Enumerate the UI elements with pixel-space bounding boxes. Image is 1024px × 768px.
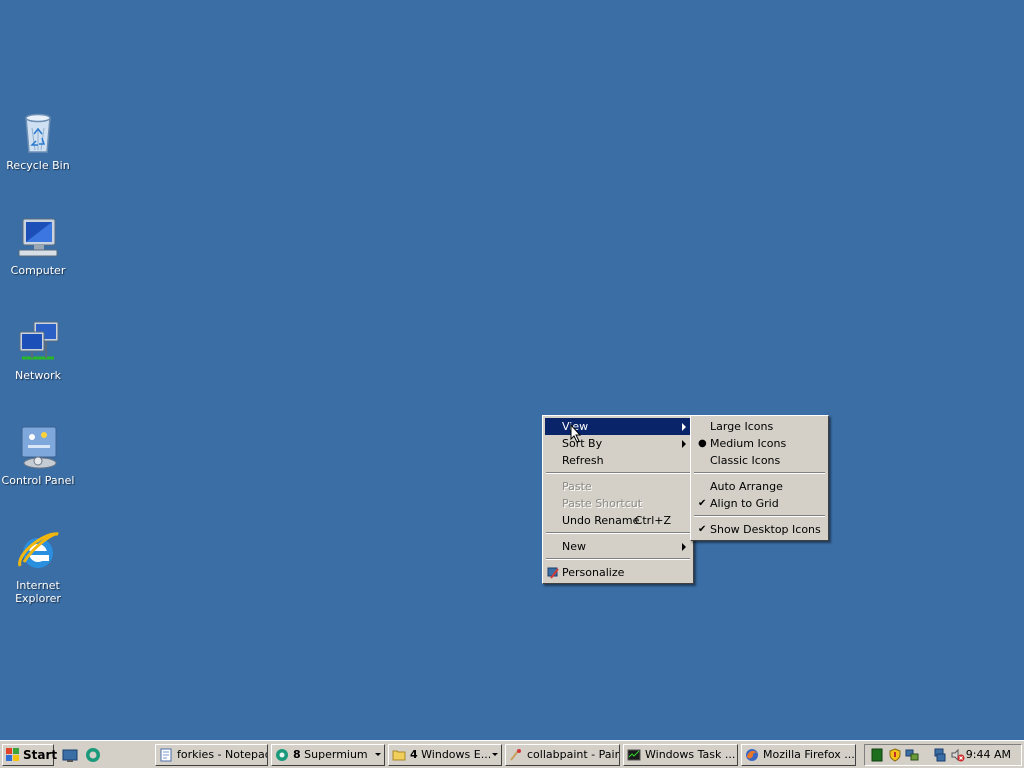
menu-item-label: Classic Icons [710, 454, 781, 467]
internet-explorer-icon [14, 528, 62, 576]
task-label: collabpaint - Paint [527, 748, 620, 761]
task-count: 8 [293, 748, 301, 761]
submenu-item-large-icons[interactable]: Large Icons [693, 418, 826, 435]
menu-item-new[interactable]: New [545, 538, 691, 555]
firefox-icon [745, 748, 759, 762]
computer-icon [14, 213, 62, 261]
submenu-item-classic-icons[interactable]: Classic Icons [693, 452, 826, 469]
task-manager-icon [627, 748, 641, 762]
supermium-icon [275, 748, 289, 762]
task-label: Mozilla Firefox ... [763, 748, 855, 761]
system-tray: 9:44 AM [864, 744, 1022, 766]
menu-separator [693, 469, 826, 478]
dropdown-arrow-icon [492, 753, 498, 756]
quicklaunch-show-desktop-icon[interactable] [61, 746, 79, 764]
submenu-item-auto-arrange[interactable]: Auto Arrange [693, 478, 826, 495]
menu-item-label: Undo Rename [562, 514, 640, 527]
tray-network-status-icon[interactable] [905, 748, 919, 762]
menu-separator [693, 512, 826, 521]
submenu-arrow-icon [682, 440, 686, 448]
menu-item-paste-shortcut: Paste Shortcut [545, 495, 691, 512]
menu-separator [545, 529, 691, 538]
personalize-icon [547, 566, 560, 585]
menu-item-paste: Paste [545, 478, 691, 495]
taskbar: Start forkies - Notepad 8 Supermium 4 Wi… [0, 740, 1024, 768]
menu-item-label: Auto Arrange [710, 480, 783, 493]
notepad-icon [159, 748, 173, 762]
start-button[interactable]: Start [2, 744, 58, 766]
network-icon [14, 318, 62, 366]
task-count: 4 [410, 748, 418, 761]
task-notepad[interactable]: forkies - Notepad [155, 744, 268, 766]
clock[interactable]: 9:44 AM [966, 745, 1011, 765]
mouse-cursor-icon [570, 423, 582, 443]
menu-item-refresh[interactable]: Refresh [545, 452, 691, 469]
folder-icon [392, 748, 406, 762]
control-panel-icon [14, 423, 62, 471]
menu-item-sort-by[interactable]: Sort By [545, 435, 691, 452]
desktop-icon-recycle-bin[interactable]: Recycle Bin [0, 108, 76, 172]
task-windows-explorer[interactable]: 4 Windows E... [388, 744, 502, 766]
submenu-arrow-icon [682, 543, 686, 551]
recycle-bin-icon [14, 108, 62, 156]
desktop-icon-internet-explorer[interactable]: Internet Explorer [0, 528, 76, 605]
submenu-item-show-desktop-icons[interactable]: ✔ Show Desktop Icons [693, 521, 826, 538]
desktop-context-menu: View Sort By Refresh Paste Paste Shortcu… [542, 415, 694, 584]
desktop-icon-computer[interactable]: Computer [0, 213, 76, 277]
menu-item-label: Sort By [562, 437, 603, 450]
dropdown-arrow-icon [375, 753, 381, 756]
menu-item-label: Paste Shortcut [562, 497, 643, 510]
task-label: Supermium [304, 748, 368, 761]
menu-item-shortcut: Ctrl+Z [634, 514, 671, 527]
submenu-arrow-icon [682, 423, 686, 431]
desktop-icon-control-panel[interactable]: Control Panel [0, 423, 76, 487]
quicklaunch-browser-icon[interactable] [84, 746, 102, 764]
menu-item-view[interactable]: View [545, 418, 691, 435]
menu-item-undo-rename[interactable]: Undo Rename Ctrl+Z [545, 512, 691, 529]
menu-item-label: New [562, 540, 586, 553]
task-label: forkies - Notepad [177, 748, 268, 761]
view-submenu: Large Icons ● Medium Icons Classic Icons… [690, 415, 829, 541]
desktop-icon-label: Control Panel [1, 474, 75, 487]
windows-logo-icon [6, 748, 20, 762]
desktop-icon-label: Internet Explorer [15, 579, 61, 605]
menu-item-label: Align to Grid [710, 497, 779, 510]
task-firefox[interactable]: Mozilla Firefox ... [741, 744, 856, 766]
menu-item-label: Medium Icons [710, 437, 787, 450]
task-label: Windows Task ... [645, 748, 736, 761]
checkmark-icon: ✔ [698, 524, 707, 535]
start-label: Start [23, 748, 58, 762]
submenu-item-align-to-grid[interactable]: ✔ Align to Grid [693, 495, 826, 512]
menu-item-personalize[interactable]: Personalize [545, 564, 691, 581]
tray-network-connection-icon[interactable] [934, 748, 948, 762]
menu-item-label: Paste [562, 480, 592, 493]
tray-security-shield-icon[interactable] [888, 748, 902, 762]
paint-icon [509, 748, 523, 762]
desktop-icon-label: Computer [10, 264, 66, 277]
tray-volume-muted-icon[interactable] [951, 748, 965, 762]
desktop-icon-label: Recycle Bin [6, 159, 70, 172]
desktop-icon-label: Network [15, 369, 61, 382]
task-windows-task-manager[interactable]: Windows Task ... [623, 744, 738, 766]
menu-item-label: Refresh [562, 454, 604, 467]
menu-separator [545, 469, 691, 478]
menu-item-label: Large Icons [710, 420, 774, 433]
menu-item-label: Personalize [562, 566, 625, 579]
task-paint[interactable]: collabpaint - Paint [505, 744, 620, 766]
checkmark-icon: ✔ [698, 498, 707, 509]
task-label: Windows E... [421, 748, 492, 761]
task-supermium[interactable]: 8 Supermium [271, 744, 385, 766]
desktop-icon-network[interactable]: Network [0, 318, 76, 382]
radio-bullet-icon: ● [698, 438, 707, 449]
menu-item-label: Show Desktop Icons [710, 523, 821, 536]
menu-separator [545, 555, 691, 564]
tray-monitor-icon[interactable] [870, 748, 884, 762]
submenu-item-medium-icons[interactable]: ● Medium Icons [693, 435, 826, 452]
